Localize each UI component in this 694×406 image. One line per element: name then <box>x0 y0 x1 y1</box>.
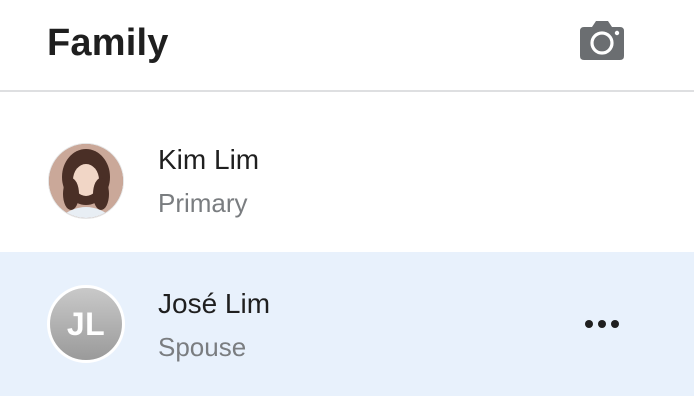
avatar-initials: JL <box>66 305 106 342</box>
family-panel: Family Kim Lim Primary JL José Lim Spous… <box>0 0 694 406</box>
profile-photo <box>49 144 123 218</box>
more-horizontal-icon <box>585 320 619 328</box>
camera-button[interactable] <box>578 18 626 64</box>
member-row-jose[interactable]: JL José Lim Spouse <box>0 252 694 396</box>
member-row-kim[interactable]: Kim Lim Primary <box>0 108 694 252</box>
member-role: Spouse <box>158 332 247 362</box>
member-role: Primary <box>158 188 248 218</box>
member-name: José Lim <box>158 288 271 319</box>
avatar <box>49 144 123 218</box>
camera-icon <box>580 21 624 60</box>
avatar: JL <box>47 285 125 363</box>
more-options-button[interactable] <box>580 312 624 336</box>
member-name: Kim Lim <box>158 144 260 175</box>
page-title: Family <box>47 22 169 64</box>
family-header: Family <box>0 0 694 92</box>
